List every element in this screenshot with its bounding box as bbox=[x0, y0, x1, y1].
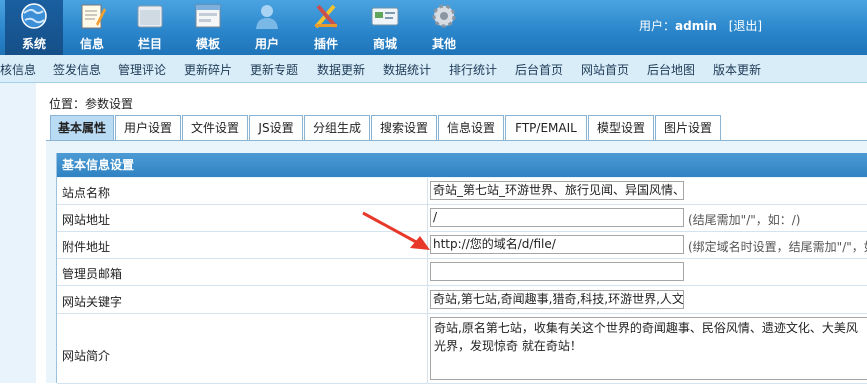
nav-template[interactable]: 模板 bbox=[179, 0, 237, 55]
nav-label: 信息 bbox=[79, 37, 104, 51]
tab-image[interactable]: 图片设置 bbox=[655, 115, 721, 140]
admin-email-input[interactable] bbox=[430, 262, 684, 281]
tab-basic[interactable]: 基本属性 bbox=[50, 115, 114, 141]
tab-user[interactable]: 用户设置 bbox=[115, 115, 181, 140]
nav-other[interactable]: 其他 bbox=[415, 0, 473, 55]
submenu-item[interactable]: 版本更新 bbox=[713, 61, 761, 78]
site-url-input[interactable]: / bbox=[430, 208, 684, 227]
tab-info[interactable]: 信息设置 bbox=[438, 115, 504, 140]
nav-user[interactable]: 用户 bbox=[238, 0, 296, 55]
submenu-item[interactable]: 后台首页 bbox=[515, 61, 563, 78]
row-label: 网站关键字 bbox=[62, 295, 123, 309]
submenu-item[interactable]: 网站首页 bbox=[581, 61, 629, 78]
tab-search[interactable]: 搜索设置 bbox=[371, 115, 437, 140]
form-header: 基本信息设置 bbox=[57, 153, 867, 177]
form-row: 管理员邮箱 bbox=[57, 259, 867, 286]
username: admin bbox=[675, 19, 717, 33]
submenu-item[interactable]: 数据更新 bbox=[317, 61, 365, 78]
row-divider bbox=[427, 178, 428, 204]
logout-link[interactable]: [退出] bbox=[729, 19, 762, 33]
nav-column[interactable]: 栏目 bbox=[121, 0, 179, 55]
row-label: 附件地址 bbox=[62, 240, 111, 254]
tab-model[interactable]: 模型设置 bbox=[588, 115, 654, 140]
row-divider bbox=[427, 259, 428, 285]
nav-label: 栏目 bbox=[137, 37, 162, 51]
sub-menu: 核信息 签发信息 管理评论 更新碎片 更新专题 数据更新 数据统计 排行统计 后… bbox=[0, 55, 867, 83]
breadcrumb: 位置：参数设置 bbox=[49, 97, 134, 111]
submenu-item[interactable]: 签发信息 bbox=[53, 61, 101, 78]
site-keywords-input[interactable]: 奇站,第七站,奇闻趣事,猎奇,科技,环游世界,人文 bbox=[430, 290, 684, 309]
nav-shop[interactable]: 商城 bbox=[356, 0, 414, 55]
nav-info[interactable]: 信息 bbox=[63, 0, 121, 55]
gear-icon bbox=[432, 4, 456, 28]
submenu-item[interactable]: 管理评论 bbox=[118, 61, 166, 78]
row-divider bbox=[427, 314, 428, 383]
nav-system[interactable]: 系统 bbox=[5, 0, 63, 55]
tab-ftp-email[interactable]: FTP/EMAIL bbox=[505, 115, 587, 140]
nav-label: 商城 bbox=[372, 37, 397, 51]
tab-js[interactable]: JS设置 bbox=[249, 115, 303, 140]
left-sidebar bbox=[0, 83, 36, 383]
user-prefix: 用户： bbox=[639, 19, 676, 33]
card-icon bbox=[371, 7, 399, 26]
form-row: 网站地址 / (结尾需加"/"，如：/) bbox=[57, 205, 867, 232]
form-row: 附件地址 http://您的域名/d/file/ (绑定域名时设置，结尾需加"/… bbox=[57, 232, 867, 259]
submenu-item[interactable]: 排行统计 bbox=[449, 61, 497, 78]
row-label: 站点名称 bbox=[62, 186, 111, 200]
form-title: 基本信息设置 bbox=[62, 158, 135, 172]
submenu-item[interactable]: 后台地图 bbox=[647, 61, 695, 78]
row-hint: (结尾需加"/"，如：/) bbox=[688, 213, 801, 227]
user-info: 用户：admin [退出] bbox=[639, 17, 762, 34]
nav-label: 其他 bbox=[431, 37, 456, 51]
submenu-item[interactable]: 核信息 bbox=[0, 61, 36, 78]
nav-label: 模板 bbox=[195, 37, 220, 51]
nav-label: 插件 bbox=[313, 37, 338, 51]
red-arrow-annotation bbox=[362, 211, 430, 250]
submenu-item[interactable]: 更新碎片 bbox=[184, 61, 232, 78]
row-label: 网站简介 bbox=[62, 349, 111, 363]
folder-icon bbox=[137, 5, 163, 28]
user-icon bbox=[256, 5, 278, 29]
row-label: 网站地址 bbox=[62, 213, 111, 227]
row-hint: (绑定域名时设置，结尾需加"/"，如 bbox=[688, 240, 867, 254]
globe-icon bbox=[21, 3, 47, 29]
submenu-item[interactable]: 更新专题 bbox=[250, 61, 298, 78]
tab-underline bbox=[46, 140, 867, 141]
site-name-input[interactable]: 奇站_第七站_环游世界、旅行见闻、异国风情、 bbox=[430, 181, 684, 200]
row-divider bbox=[427, 286, 428, 313]
form-row: 网站关键字 奇站,第七站,奇闻趣事,猎奇,科技,环游世界,人文 bbox=[57, 286, 867, 314]
form-row: 网站简介 奇站,原名第七站，收集有关这个世界的奇闻趣事、民俗风情、遗迹文化、大美… bbox=[57, 314, 867, 384]
tab-group[interactable]: 分组生成 bbox=[304, 115, 370, 140]
top-navigation-bar: 系统 信息 栏目 模板 用户 插件 商城 其他 用户：admin [退出] bbox=[0, 0, 867, 55]
tab-file[interactable]: 文件设置 bbox=[182, 115, 248, 140]
tools-icon bbox=[314, 4, 338, 29]
nav-plugin[interactable]: 插件 bbox=[297, 0, 355, 55]
site-description-textarea[interactable]: 奇站,原名第七站，收集有关这个世界的奇闻趣事、民俗风情、遗迹文化、大美风光界，发… bbox=[430, 317, 867, 380]
nav-label: 系统 bbox=[21, 37, 46, 51]
attachment-url-input[interactable]: http://您的域名/d/file/ bbox=[430, 235, 684, 254]
submenu-item[interactable]: 数据统计 bbox=[383, 61, 431, 78]
nav-label: 用户 bbox=[254, 37, 279, 51]
row-label: 管理员邮箱 bbox=[62, 267, 123, 281]
basic-settings-form: 基本信息设置 站点名称 奇站_第七站_环游世界、旅行见闻、异国风情、 网站地址 … bbox=[56, 153, 867, 384]
notepad-icon bbox=[81, 4, 106, 29]
window-icon bbox=[195, 4, 221, 28]
form-row: 站点名称 奇站_第七站_环游世界、旅行见闻、异国风情、 bbox=[57, 178, 867, 205]
